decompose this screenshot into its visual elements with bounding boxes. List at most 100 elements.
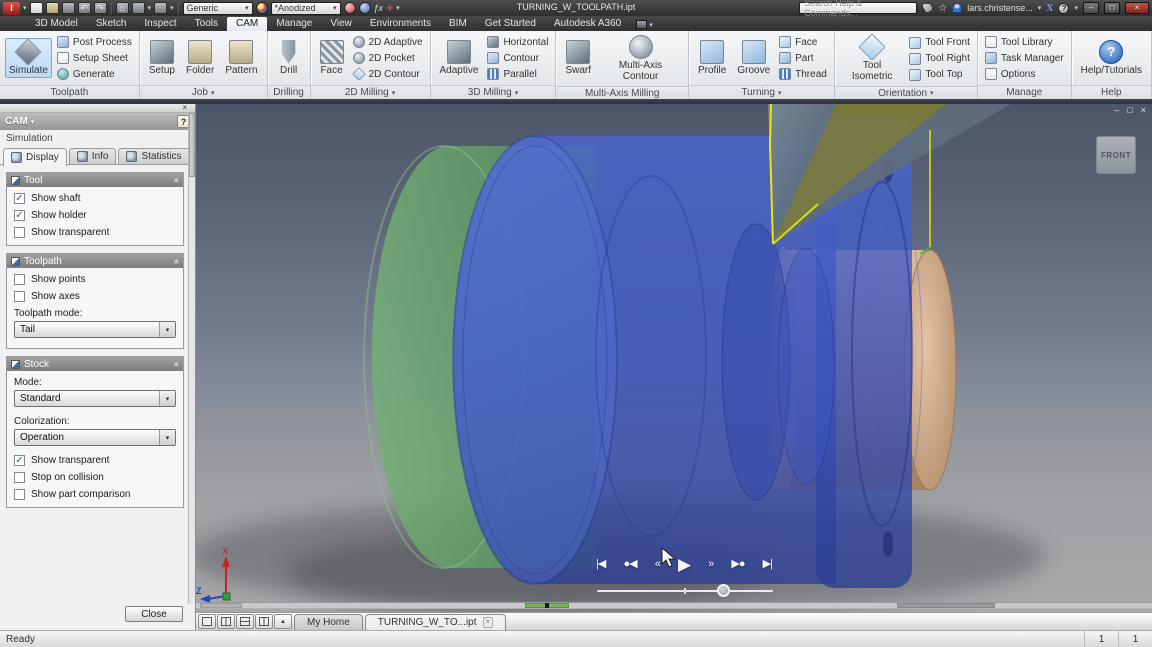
- multi-axis-contour-button[interactable]: Multi-Axis Contour: [598, 33, 683, 84]
- group-label-manage[interactable]: Manage: [978, 85, 1071, 99]
- timeline-position-marker[interactable]: [545, 603, 549, 608]
- setup-sheet-button[interactable]: Setup Sheet: [55, 51, 134, 66]
- 3d-viewport[interactable]: X Z – □ × FRONT |◀ ●◀ « ▶ » ▶● ▶|: [196, 104, 1152, 612]
- group-label-2d-milling[interactable]: 2D Milling ▾: [311, 85, 430, 99]
- 2d-adaptive-button[interactable]: 2D Adaptive: [351, 35, 425, 50]
- favorites-star-icon[interactable]: ☆: [938, 3, 947, 14]
- user-avatar-icon[interactable]: [952, 3, 962, 13]
- horizontal-button[interactable]: Horizontal: [485, 35, 550, 50]
- panel-header[interactable]: CAM ▾ ?: [0, 113, 195, 130]
- group-label-help[interactable]: Help: [1072, 85, 1151, 99]
- drill-button[interactable]: Drill: [273, 38, 305, 79]
- task-manager-button[interactable]: Task Manager: [983, 51, 1066, 66]
- horizontal-split-button[interactable]: [236, 614, 254, 629]
- tab-environments[interactable]: Environments: [361, 17, 440, 31]
- turning-thread-button[interactable]: Thread: [777, 67, 829, 82]
- update-icon[interactable]: [154, 2, 167, 14]
- home-view-icon[interactable]: ⌂: [116, 2, 129, 14]
- material-dropdown-icon[interactable]: ▾: [245, 4, 249, 12]
- toolpath-section-header[interactable]: Toolpath «: [7, 254, 183, 268]
- group-label-3d-milling[interactable]: 3D Milling ▾: [431, 85, 556, 99]
- tab-get-started[interactable]: Get Started: [476, 17, 545, 31]
- playback-play-button[interactable]: ▶: [678, 556, 690, 573]
- tab-3d-model[interactable]: 3D Model: [26, 17, 87, 31]
- appearance-ball-icon[interactable]: [256, 2, 268, 14]
- tool-library-button[interactable]: Tool Library: [983, 35, 1066, 50]
- playback-step-forward-button[interactable]: »: [708, 559, 713, 570]
- close-button[interactable]: ×: [1125, 2, 1149, 14]
- tool-top-button[interactable]: Tool Top: [907, 67, 971, 82]
- save-icon[interactable]: [62, 2, 75, 14]
- logo-dropdown-icon[interactable]: ▾: [23, 4, 27, 12]
- tile-windows-button[interactable]: [217, 614, 235, 629]
- tab-my-home[interactable]: My Home: [294, 614, 363, 630]
- playback-next-op-button[interactable]: ▶●: [731, 559, 744, 570]
- collapse-icon[interactable]: «: [172, 258, 181, 263]
- simulation-timeline[interactable]: [196, 602, 1152, 609]
- chevron-down-icon[interactable]: ▾: [159, 430, 175, 445]
- group-label-drilling[interactable]: Drilling: [268, 85, 310, 99]
- viewcube[interactable]: FRONT: [1096, 136, 1136, 174]
- viewport-restore-icon[interactable]: □: [1127, 106, 1132, 115]
- setup-button[interactable]: Setup: [145, 38, 179, 79]
- viewport-close-icon[interactable]: ×: [1141, 106, 1146, 115]
- tab-document[interactable]: TURNING_W_TO...ipt ×: [365, 614, 506, 630]
- tab-manage[interactable]: Manage: [267, 17, 321, 31]
- restore-button[interactable]: □: [1104, 2, 1120, 14]
- parallel-button[interactable]: Parallel: [485, 67, 550, 82]
- ribbon-display-options[interactable]: ▾: [636, 20, 653, 31]
- undo-icon[interactable]: ↶: [78, 2, 91, 14]
- appearance-dropdown-icon[interactable]: ▾: [333, 4, 337, 12]
- redo-icon[interactable]: ↷: [94, 2, 107, 14]
- user-dropdown-icon[interactable]: ▾: [1038, 4, 1042, 12]
- turning-face-button[interactable]: Face: [777, 35, 829, 50]
- show-part-comparison-checkbox[interactable]: ✓ Show part comparison: [7, 486, 183, 503]
- tool-section-header[interactable]: Tool «: [7, 173, 183, 187]
- open-file-icon[interactable]: [46, 2, 59, 14]
- panel-scrollbar[interactable]: [188, 113, 195, 604]
- search-input[interactable]: Search Help & Commands...: [799, 2, 917, 14]
- group-label-job[interactable]: Job ▾: [140, 85, 267, 99]
- help-icon[interactable]: ?: [1058, 3, 1069, 14]
- simulate-button[interactable]: Simulate: [5, 38, 52, 79]
- stock-section-header[interactable]: Stock «: [7, 357, 183, 371]
- face-button[interactable]: Face: [316, 38, 348, 79]
- panel-close-icon[interactable]: ×: [182, 104, 187, 112]
- tab-cam[interactable]: CAM: [227, 17, 267, 31]
- playback-end-button[interactable]: ▶|: [763, 559, 772, 570]
- new-document-icon[interactable]: [30, 2, 43, 14]
- panel-scrollbar-thumb[interactable]: [189, 113, 195, 177]
- help-tutorials-button[interactable]: ? Help/Tutorials: [1077, 38, 1146, 79]
- tab-autodesk-a360[interactable]: Autodesk A360: [545, 17, 630, 31]
- group-label-multi-axis-milling[interactable]: Multi-Axis Milling: [556, 86, 688, 99]
- tool-front-button[interactable]: Tool Front: [907, 35, 971, 50]
- options-button[interactable]: Options: [983, 67, 1066, 82]
- cascade-windows-button[interactable]: [198, 614, 216, 629]
- show-transparent-stock-checkbox[interactable]: ✓ Show transparent: [7, 452, 183, 469]
- exchange-apps-icon[interactable]: X: [1046, 3, 1053, 14]
- playback-start-button[interactable]: |◀: [596, 559, 605, 570]
- material-select[interactable]: Generic ▾: [183, 2, 253, 15]
- signed-in-user[interactable]: lars.christense...: [967, 3, 1033, 13]
- slider-handle[interactable]: [717, 584, 730, 597]
- help-dropdown-icon[interactable]: ▾: [1074, 4, 1078, 12]
- pattern-button[interactable]: Pattern: [221, 38, 261, 79]
- expand-tabs-button[interactable]: ▲: [274, 614, 292, 629]
- turning-part-button[interactable]: Part: [777, 51, 829, 66]
- contour-button[interactable]: Contour: [485, 51, 550, 66]
- playback-step-back-button[interactable]: «: [655, 559, 660, 570]
- chevron-down-icon[interactable]: ▾: [159, 391, 175, 406]
- timeline-gray-segment[interactable]: [897, 603, 995, 608]
- show-shaft-checkbox[interactable]: ✓ Show shaft: [7, 190, 183, 207]
- generate-button[interactable]: Generate: [55, 67, 134, 82]
- measure-plus-icon[interactable]: +: [386, 1, 393, 15]
- stop-on-collision-checkbox[interactable]: ✓ Stop on collision: [7, 469, 183, 486]
- tab-bim[interactable]: BIM: [440, 17, 476, 31]
- inventor-logo-icon[interactable]: I: [3, 2, 20, 15]
- panel-close-button[interactable]: Close: [125, 606, 183, 622]
- tab-statistics[interactable]: Statistics: [118, 148, 189, 164]
- groove-button[interactable]: Groove: [733, 38, 774, 79]
- tool-isometric-button[interactable]: Tool Isometric: [840, 33, 905, 84]
- tab-tools[interactable]: Tools: [186, 17, 227, 31]
- toolpath-mode-select[interactable]: Tail ▾: [14, 321, 176, 338]
